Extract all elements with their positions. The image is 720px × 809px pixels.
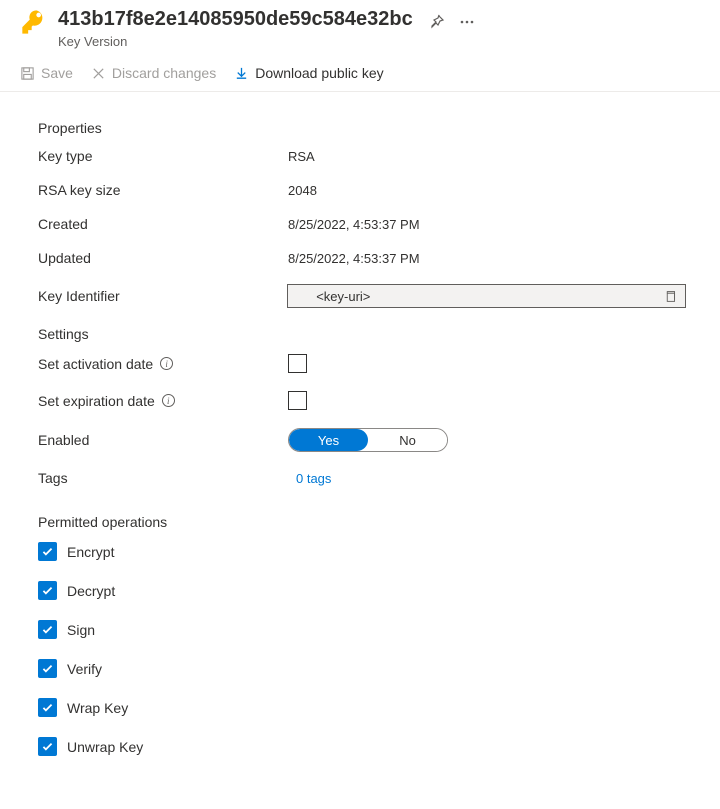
settings-section-label: Settings — [38, 326, 686, 342]
key-identifier-field[interactable]: <key-uri> — [287, 284, 686, 308]
expiration-label: Set expiration date — [38, 393, 155, 409]
updated-label: Updated — [38, 250, 288, 266]
permitted-op-checkbox[interactable] — [38, 698, 57, 717]
toolbar: Save Discard changes Download public key — [0, 57, 720, 92]
permitted-op-checkbox[interactable] — [38, 659, 57, 678]
page-title: 413b17f8e2e14085950de59c584e32bc — [58, 6, 413, 32]
rsa-size-label: RSA key size — [38, 182, 288, 198]
discard-button[interactable]: Discard changes — [91, 65, 216, 81]
permitted-op-row: Unwrap Key — [38, 737, 686, 756]
more-icon[interactable] — [459, 11, 475, 27]
prop-row-updated: Updated 8/25/2022, 4:53:37 PM — [38, 250, 686, 266]
content-area: Properties Key type RSA RSA key size 204… — [0, 92, 720, 796]
created-value: 8/25/2022, 4:53:37 PM — [288, 217, 420, 232]
rsa-size-value: 2048 — [288, 183, 317, 198]
enabled-toggle[interactable]: Yes No — [288, 428, 448, 452]
setting-row-activation: Set activation date i — [38, 354, 686, 373]
permitted-op-row: Verify — [38, 659, 686, 678]
permitted-op-checkbox[interactable] — [38, 620, 57, 639]
permitted-ops-section-label: Permitted operations — [38, 514, 686, 530]
permitted-op-row: Encrypt — [38, 542, 686, 561]
permitted-op-checkbox[interactable] — [38, 542, 57, 561]
setting-row-enabled: Enabled Yes No — [38, 428, 686, 452]
activation-checkbox[interactable] — [288, 354, 307, 373]
key-type-value: RSA — [288, 149, 315, 164]
expiration-checkbox[interactable] — [288, 391, 307, 410]
toggle-no[interactable]: No — [368, 429, 447, 451]
save-button[interactable]: Save — [20, 65, 73, 81]
key-identifier-label: Key Identifier — [38, 288, 287, 304]
copy-icon[interactable] — [664, 290, 677, 303]
permitted-op-label: Unwrap Key — [67, 739, 143, 755]
info-icon[interactable]: i — [162, 394, 175, 407]
prop-row-key-type: Key type RSA — [38, 148, 686, 164]
key-icon — [20, 8, 48, 36]
permitted-op-label: Wrap Key — [67, 700, 128, 716]
permitted-op-label: Verify — [67, 661, 102, 677]
permitted-op-label: Encrypt — [67, 544, 114, 560]
header-text: 413b17f8e2e14085950de59c584e32bc Key Ver… — [58, 6, 700, 49]
created-label: Created — [38, 216, 288, 232]
setting-row-tags: Tags 0 tags — [38, 470, 686, 486]
prop-row-created: Created 8/25/2022, 4:53:37 PM — [38, 216, 686, 232]
page-header: 413b17f8e2e14085950de59c584e32bc Key Ver… — [0, 0, 720, 57]
enabled-label: Enabled — [38, 432, 288, 448]
download-label: Download public key — [255, 65, 383, 81]
save-icon — [20, 66, 35, 81]
permitted-op-label: Sign — [67, 622, 95, 638]
permitted-op-checkbox[interactable] — [38, 737, 57, 756]
key-identifier-value: <key-uri> — [316, 289, 370, 304]
permitted-op-row: Wrap Key — [38, 698, 686, 717]
updated-value: 8/25/2022, 4:53:37 PM — [288, 251, 420, 266]
setting-row-expiration: Set expiration date i — [38, 391, 686, 410]
page-subtitle: Key Version — [58, 34, 700, 49]
save-label: Save — [41, 65, 73, 81]
download-icon — [234, 66, 249, 81]
permitted-op-label: Decrypt — [67, 583, 115, 599]
permitted-op-checkbox[interactable] — [38, 581, 57, 600]
toggle-yes[interactable]: Yes — [289, 429, 368, 451]
tags-label: Tags — [38, 470, 288, 486]
download-public-key-button[interactable]: Download public key — [234, 65, 383, 81]
info-icon[interactable]: i — [160, 357, 173, 370]
tags-link[interactable]: 0 tags — [296, 471, 331, 486]
prop-row-key-identifier: Key Identifier <key-uri> — [38, 284, 686, 308]
properties-section-label: Properties — [38, 120, 686, 136]
permitted-op-row: Decrypt — [38, 581, 686, 600]
discard-icon — [91, 66, 106, 81]
pin-icon[interactable] — [429, 11, 445, 27]
prop-row-rsa-size: RSA key size 2048 — [38, 182, 686, 198]
discard-label: Discard changes — [112, 65, 216, 81]
permitted-op-row: Sign — [38, 620, 686, 639]
key-type-label: Key type — [38, 148, 288, 164]
activation-label: Set activation date — [38, 356, 153, 372]
